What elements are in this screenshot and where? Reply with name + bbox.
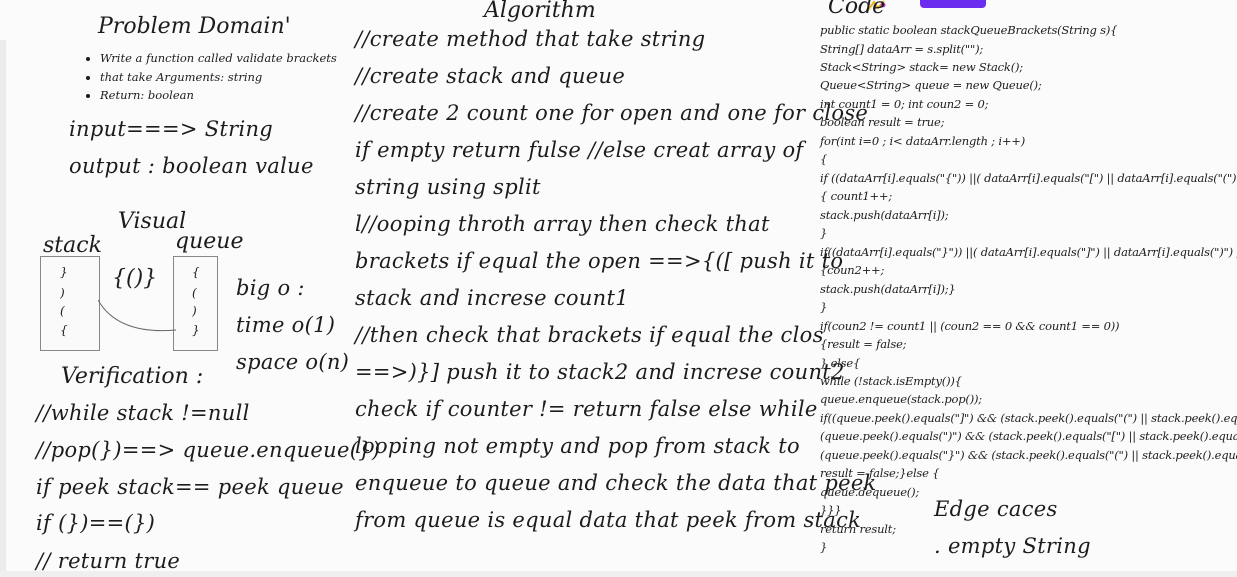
algorithm-line: //create method that take string [355, 27, 706, 51]
verification-line: // return true [36, 549, 181, 573]
algorithm-line: brackets if equal the open ==>{([ push i… [355, 249, 844, 273]
requirements-list: Write a function called validate bracket… [82, 49, 337, 105]
code-line: (queue.peek().equals("}") && (stack.peek… [820, 448, 1237, 462]
algorithm-line: ==>)}] push it to stack2 and increse cou… [355, 360, 845, 384]
brackets-example: {()} [112, 266, 158, 291]
code-line: if((dataArr[i].equals("}")) ||( dataArr[… [820, 245, 1237, 259]
code-line: return result; [820, 522, 896, 536]
queue-char: ( [192, 286, 197, 300]
algorithm-line: if empty return fulse //else creat array… [355, 138, 804, 162]
code-line: } else{ [820, 356, 861, 370]
stack-char: ) [60, 286, 65, 300]
big-o-label: big o : [236, 276, 305, 300]
algorithm-line: looping not empty and pop from stack to [355, 434, 800, 458]
code-line: if(coun2 != count1 || (coun2 == 0 && cou… [820, 319, 1120, 333]
requirement-item: Write a function called validate bracket… [100, 49, 337, 68]
algorithm-line: string using split [355, 175, 541, 199]
requirement-item: Return: boolean [100, 86, 337, 105]
queue-label: queue [175, 229, 244, 254]
code-line: if((queue.peek().equals("]") && (stack.p… [820, 411, 1237, 425]
time-complexity: time o(1) [236, 313, 336, 337]
code-line: }}} [820, 503, 842, 517]
space-complexity: space o(n) [236, 350, 350, 374]
problem-domain-title: Problem Domain' [98, 14, 291, 39]
code-line: {coun2++; [820, 263, 885, 277]
algorithm-line: from queue is equal data that peek from … [355, 508, 862, 532]
algorithm-line: //create 2 count one for open and one fo… [355, 101, 869, 125]
algorithm-line: //then check that brackets if equal the … [355, 323, 824, 347]
stack-char: } [60, 265, 68, 279]
stack-diagram-box [40, 256, 100, 351]
verification-line: if peek stack== peek queue [36, 475, 344, 499]
verification-line: if (})==(}) [36, 511, 156, 535]
code-line: } [820, 300, 828, 314]
code-line: queue.dequeue(); [820, 485, 920, 499]
code-line: if ((dataArr[i].equals("{")) ||( dataArr… [820, 171, 1237, 185]
queue-char: } [192, 323, 200, 337]
code-line: (queue.peek().equals(")") && (stack.peek… [820, 429, 1237, 443]
stack-label: stack [43, 233, 102, 258]
queue-char: ) [192, 304, 197, 318]
requirement-item: that take Arguments: string [100, 68, 337, 87]
algorithm-line: enqueue to queue and check the data that… [355, 471, 877, 495]
code-line: { count1++; [820, 189, 893, 203]
code-line: {result = false; [820, 337, 907, 351]
code-line: } [820, 540, 828, 554]
verification-line: //while stack !=null [36, 401, 250, 425]
output-spec: output : boolean value [69, 154, 314, 178]
code-line: while (!stack.isEmpty()){ [820, 374, 962, 388]
code-line: for(int i=0 ; i< dataArr.length ; i++) [820, 134, 1025, 148]
code-line: Stack<String> stack= new Stack(); [820, 60, 1023, 74]
algorithm-line: l//ooping throth array then check that [355, 212, 770, 236]
code-line: { [820, 152, 828, 166]
code-line: String[] dataArr = s.split(""); [820, 42, 984, 56]
code-line: int count1 = 0; int coun2 = 0; [820, 97, 989, 111]
stack-to-queue-arrow [98, 299, 177, 332]
canvas-bottom-edge [0, 571, 1237, 577]
algorithm-line: check if counter != return false else wh… [355, 397, 818, 421]
verification-line: //pop(})==> queue.enqueue(}) [36, 438, 381, 462]
code-line: boolean result = true; [820, 115, 945, 129]
stack-char: { [60, 323, 68, 337]
edge-cases-title: Edge caces [934, 497, 1058, 521]
code-line: public static boolean stackQueueBrackets… [820, 23, 1118, 37]
code-line: stack.push(dataArr[i]);} [820, 282, 956, 296]
input-spec: input===> String [69, 117, 274, 141]
algorithm-line: stack and increse count1 [355, 286, 629, 310]
code-line: stack.push(dataArr[i]); [820, 208, 949, 222]
code-line: queue.enqueue(stack.pop()); [820, 392, 982, 406]
code-line: result = false;}else { [820, 466, 940, 480]
code-line: } [820, 226, 828, 240]
purple-sticky-tab[interactable] [920, 0, 986, 8]
queue-char: { [192, 265, 200, 279]
edge-case-item: . empty String [934, 534, 1091, 558]
algorithm-title: Algorithm [484, 0, 596, 23]
code-title: Code [828, 0, 886, 19]
verification-title: Verification : [61, 364, 204, 389]
stack-char: ( [60, 304, 65, 318]
algorithm-line: //create stack and queue [355, 64, 626, 88]
canvas-left-edge [0, 40, 6, 577]
code-line: Queue<String> queue = new Queue(); [820, 78, 1042, 92]
